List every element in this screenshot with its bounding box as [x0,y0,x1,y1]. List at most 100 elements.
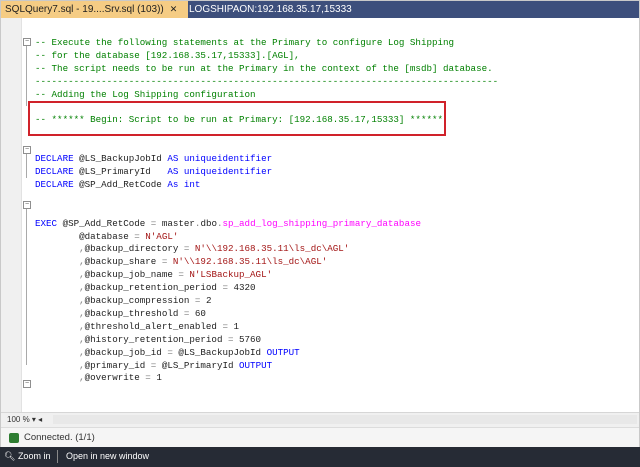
code-token: , [35,282,85,294]
divider [57,450,58,463]
code-token: @backup_compression [84,295,195,306]
code-token: @history_retention_period [84,333,228,345]
tab-label: LOGSHIPAON:192.168.35.17,15333 [189,4,352,15]
code-token: @database [35,230,135,242]
code-token: As [167,178,184,190]
code-token: , [35,269,85,281]
code-token: DECLARE [35,166,80,177]
status-text: Connected. (1/1) [24,432,95,443]
code-line: DECLARE @LS_PrimaryId AS uniqueidentifie… [35,166,272,178]
code-line: -- The script needs to be run at the Pri… [35,63,493,75]
code-token: uniqueidentifier [183,166,273,177]
code-token: @backup_threshold [84,307,184,319]
code-token: = [145,372,157,384]
code-line: ,@backup_directory = N'\\192.168.35.11\l… [35,243,349,255]
code-token: @primary_id [84,359,151,371]
code-token: N'\\192.168.35.11\ls_dc\AGL' [194,243,350,255]
code-token: , [35,333,85,345]
code-token: master [161,217,195,229]
code-token: , [35,243,85,255]
image-viewer-bar: 🔍︎ Zoom in Open in new window [0,447,640,467]
code-token: -- The script needs to be run at the Pri… [35,62,493,74]
code-token: = [161,256,173,268]
code-token: @overwrite [84,372,146,384]
code-token: , [35,295,85,306]
code-token: @threshold_alert_enabled [84,320,223,332]
tab-connection[interactable]: LOGSHIPAON:192.168.35.17,15333 [189,1,359,18]
code-token: int [183,178,201,190]
close-icon[interactable]: ✕ [170,4,178,14]
code-token: , [35,359,85,371]
code-line: ,@overwrite = 1 [35,372,162,384]
code-token: , [35,320,85,332]
code-token: uniqueidentifier [183,153,273,165]
open-new-window-link[interactable]: Open in new window [66,451,149,461]
query-editor[interactable]: − − − − -- Execute the following stateme… [1,18,639,435]
code-token: 60 [194,307,206,319]
code-area[interactable]: -- Execute the following statements at t… [1,18,621,435]
ssms-window: SQLQuery7.sql - 19....Srv.sql (103)) ✕ LO… [0,0,640,449]
code-token: , [35,346,85,358]
code-token: = [150,359,162,371]
code-line: @database = N'AGL' [35,231,178,243]
connected-icon [9,433,19,443]
tab-sqlquery7[interactable]: SQLQuery7.sql - 19....Srv.sql (103)) ✕ [1,1,188,18]
code-token: 5760 [239,333,262,345]
code-token: @backup_directory [84,243,184,255]
code-line: ,@backup_retention_period = 4320 [35,282,256,294]
zoom-value: 100 % [7,415,30,424]
code-token: @LS_PrimaryId [161,359,240,371]
code-token: = [222,320,234,332]
code-token: 2 [205,295,212,306]
code-token: = [178,269,190,281]
code-token: = [150,217,162,229]
code-token: 1 [233,320,240,332]
code-token: @backup_job_name [84,269,179,281]
code-token: AS [167,153,184,165]
status-bar: Connected. (1/1) [1,427,639,448]
code-line: ,@backup_threshold = 60 [35,308,206,320]
code-token: EXEC [35,217,63,229]
code-token: @backup_retention_period [84,282,223,294]
code-line: ,@backup_compression = 2 [35,295,211,307]
code-token: , [35,256,85,268]
code-line: -- Execute the following statements at t… [35,37,454,49]
code-token: @LS_PrimaryId [79,166,168,177]
code-token: dbo [200,217,217,229]
code-token: -- Execute the following statements at t… [35,37,455,48]
code-token: 4320 [233,282,256,294]
code-token: sp_add_log_shipping_primary_database [222,217,421,229]
code-token: , [35,307,85,319]
code-line: ,@backup_job_id = @LS_BackupJobId OUTPUT [35,347,300,359]
code-line: DECLARE @SP_Add_RetCode As int [35,179,200,191]
code-token: N'LSBackup_AGL' [189,269,273,281]
code-token: @backup_job_id [84,346,168,358]
code-token: N'\\192.168.35.11\ls_dc\AGL' [172,256,328,268]
editor-scrollbar-row: 100 % ▾ ◂ [1,412,639,427]
code-line: DECLARE @LS_BackupJobId AS uniqueidentif… [35,153,272,165]
code-token: = [167,346,179,358]
document-tab-bar: SQLQuery7.sql - 19....Srv.sql (103)) ✕ LO… [1,1,639,18]
zoom-in-label: Zoom in [17,451,51,461]
code-line: -- Adding the Log Shipping configuration [35,89,256,101]
code-line: ,@history_retention_period = 5760 [35,334,261,346]
code-token: OUTPUT [239,359,273,371]
code-line: ,@primary_id = @LS_PrimaryId OUTPUT [35,360,272,372]
code-line: EXEC @SP_Add_RetCode = master.dbo.sp_add… [35,218,421,230]
zoom-select[interactable]: 100 % ▾ ◂ [7,414,42,425]
code-line: ,@backup_job_name = N'LSBackup_AGL' [35,269,272,281]
code-token: 1 [156,372,162,384]
code-token: = [183,243,195,255]
code-token: -- for the database [192.168.35.17,15333… [35,49,300,61]
code-token: @SP_Add_RetCode [79,178,168,190]
zoom-in-button[interactable]: 🔍︎ Zoom in [4,451,50,462]
code-token: -- Adding the Log Shipping configuration [35,88,256,100]
code-token: OUTPUT [266,346,300,358]
code-line: -- for the database [192.168.35.17,15333… [35,50,300,62]
horizontal-scrollbar[interactable] [53,415,637,424]
code-token: @SP_Add_RetCode [62,217,151,229]
code-token: N'AGL' [145,230,179,242]
code-token: , [35,372,85,384]
code-line: ----------------------------------------… [35,76,498,88]
code-token: = [134,230,146,242]
